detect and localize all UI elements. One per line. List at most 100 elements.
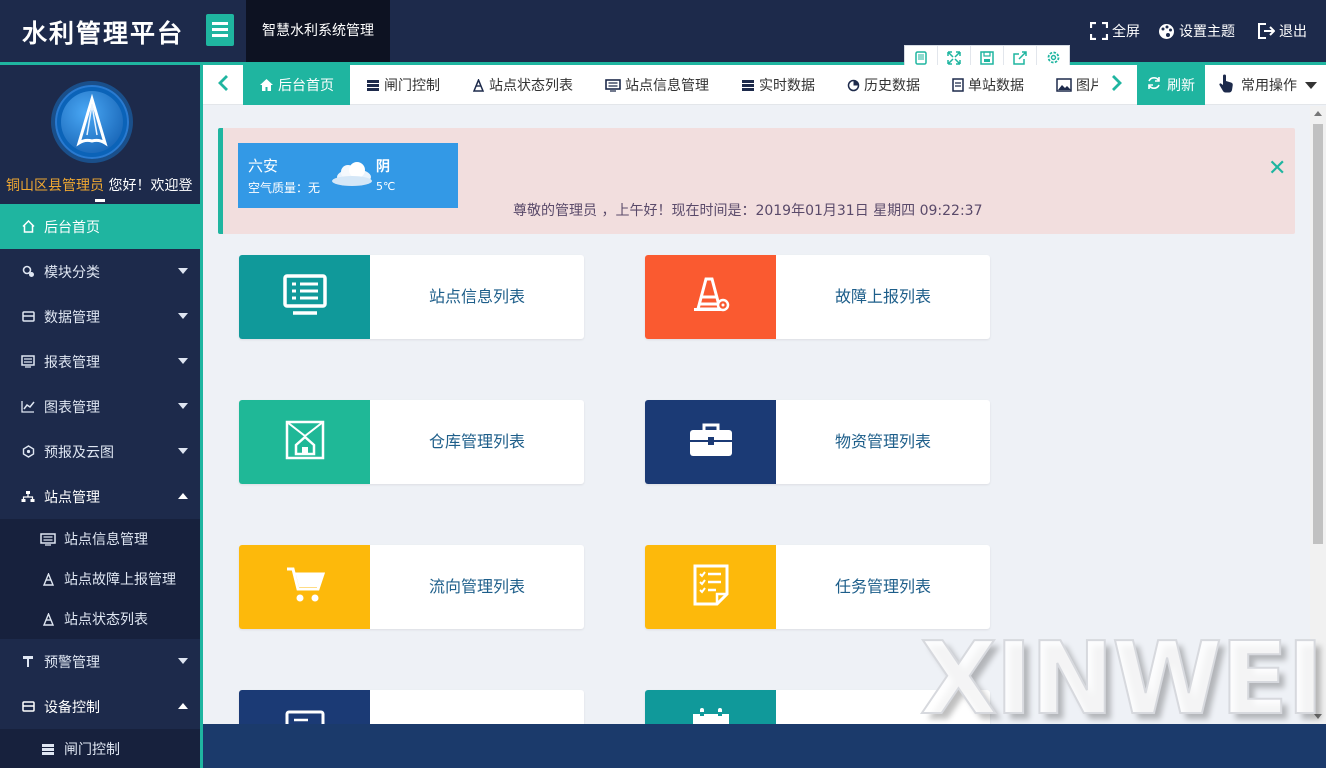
card-materials-list[interactable]: 物资管理列表 bbox=[645, 400, 990, 484]
monitor-icon bbox=[40, 531, 56, 547]
sidebar-item-label: 模块分类 bbox=[44, 264, 100, 281]
sidebar-item-modules[interactable]: 模块分类 bbox=[0, 249, 200, 294]
app-logo-title: 水利管理平台 bbox=[22, 19, 185, 48]
tab-list: 后台首页 闸门控制 站点状态列表 站点信息管理 实时数据 历史数据 单站数据 图… bbox=[243, 65, 1098, 105]
cone-icon bbox=[40, 571, 56, 587]
server-icon bbox=[366, 79, 380, 92]
logo-icon bbox=[76, 93, 108, 147]
sites-submenu: 站点信息管理 站点故障上报管理 站点状态列表 bbox=[0, 519, 200, 639]
card-fault-report-list[interactable]: 故障上报列表 bbox=[645, 255, 990, 339]
sidebar-item-label: 站点管理 bbox=[44, 489, 100, 506]
tab-single-station[interactable]: 单站数据 bbox=[936, 65, 1040, 105]
device-icon bbox=[20, 699, 36, 715]
monitor-icon bbox=[605, 78, 621, 92]
tab-gate-control[interactable]: 闸门控制 bbox=[350, 65, 456, 105]
sidebar-item-alarms[interactable]: 预警管理 bbox=[0, 639, 200, 684]
common-ops-label: 常用操作 bbox=[1241, 78, 1297, 94]
content-scrollbar[interactable] bbox=[1310, 106, 1326, 724]
common-operations-dropdown[interactable]: 常用操作 bbox=[1205, 65, 1326, 105]
chevron-down-icon bbox=[178, 403, 188, 409]
tab-site-status[interactable]: 站点状态列表 bbox=[456, 65, 589, 105]
sidebar-item-reports[interactable]: 报表管理 bbox=[0, 339, 200, 384]
toolbox-icon bbox=[689, 422, 733, 462]
sitemap-icon bbox=[20, 489, 36, 505]
server-icon bbox=[741, 79, 755, 92]
sidebar-subitem-site-status[interactable]: 站点状态列表 bbox=[0, 599, 200, 639]
sidebar-subitem-gate-control[interactable]: 闸门控制 bbox=[0, 729, 200, 768]
air-quality: 空气质量：无 bbox=[248, 181, 321, 195]
system-tab[interactable]: 智慧水利系统管理 bbox=[246, 0, 390, 62]
sidebar-item-home[interactable]: 后台首页 bbox=[0, 204, 200, 249]
card-icon-block bbox=[239, 255, 370, 339]
home-icon bbox=[20, 219, 36, 235]
logout-icon bbox=[1257, 22, 1275, 40]
avatar[interactable] bbox=[51, 81, 133, 163]
card-flow-list[interactable]: 流向管理列表 bbox=[239, 545, 584, 629]
sidebar-item-label: 设备控制 bbox=[44, 699, 100, 716]
sidebar-subitem-label: 站点信息管理 bbox=[64, 532, 148, 548]
sidebar-subitem-label: 站点故障上报管理 bbox=[64, 572, 176, 588]
logout-button[interactable]: 退出 bbox=[1257, 21, 1307, 41]
cart-icon bbox=[285, 566, 325, 608]
cone-gear-icon bbox=[691, 277, 731, 317]
tab-scroll-right-button[interactable] bbox=[1097, 65, 1137, 105]
tab-label: 实时数据 bbox=[759, 78, 815, 94]
tab-label: 单站数据 bbox=[968, 78, 1024, 94]
tab-label: 站点信息管理 bbox=[625, 78, 709, 94]
card-site-info-list[interactable]: 站点信息列表 bbox=[239, 255, 584, 339]
document-icon bbox=[952, 78, 964, 92]
sidebar-item-label: 数据管理 bbox=[44, 309, 100, 326]
report-icon bbox=[20, 354, 36, 370]
tab-label: 后台首页 bbox=[278, 78, 334, 94]
card-icon-block bbox=[239, 545, 370, 629]
tab-label: 历史数据 bbox=[864, 78, 920, 94]
sidebar-item-devices[interactable]: 设备控制 bbox=[0, 684, 200, 729]
chevron-down-icon bbox=[178, 448, 188, 454]
task-list-icon bbox=[693, 564, 729, 610]
cloudy-icon bbox=[330, 159, 374, 193]
cone-icon bbox=[472, 78, 485, 92]
scroll-up-arrow-icon[interactable] bbox=[1314, 111, 1322, 116]
sidebar-subitem-label: 闸门控制 bbox=[64, 742, 120, 758]
theme-button[interactable]: 设置主题 bbox=[1158, 21, 1235, 41]
fullscreen-icon bbox=[1090, 22, 1108, 40]
sidebar-item-forecast[interactable]: 预报及云图 bbox=[0, 429, 200, 474]
card-label bbox=[370, 690, 584, 724]
card-bottom-left[interactable] bbox=[239, 690, 584, 724]
sidebar-item-charts[interactable]: 图表管理 bbox=[0, 384, 200, 429]
sidebar-subitem-site-fault[interactable]: 站点故障上报管理 bbox=[0, 559, 200, 599]
chevron-down-icon bbox=[178, 658, 188, 664]
welcome-scroll-indicator bbox=[95, 199, 105, 202]
tab-realtime-data[interactable]: 实时数据 bbox=[725, 65, 831, 105]
card-bottom-right[interactable] bbox=[645, 690, 990, 724]
card-label: 流向管理列表 bbox=[428, 577, 525, 596]
chevron-up-icon bbox=[178, 493, 188, 499]
footer-bar bbox=[203, 724, 1326, 768]
card-label: 故障上报列表 bbox=[834, 287, 931, 306]
tab-site-info[interactable]: 站点信息管理 bbox=[589, 65, 725, 105]
theme-label: 设置主题 bbox=[1179, 24, 1235, 40]
tab-home[interactable]: 后台首页 bbox=[243, 65, 350, 105]
card-warehouse-list[interactable]: 仓库管理列表 bbox=[239, 400, 584, 484]
card-label: 站点信息列表 bbox=[428, 287, 525, 306]
sidebar-item-sites[interactable]: 站点管理 bbox=[0, 474, 200, 519]
card-icon-block bbox=[645, 400, 776, 484]
tab-image-management[interactable]: 图片管理 bbox=[1040, 65, 1098, 105]
monitor-list-icon bbox=[281, 272, 329, 322]
card-task-list[interactable]: 任务管理列表 bbox=[645, 545, 990, 629]
sidebar-toggle-button[interactable] bbox=[206, 14, 234, 46]
card-icon-block bbox=[645, 255, 776, 339]
fullscreen-button[interactable]: 全屏 bbox=[1090, 21, 1140, 41]
tab-history-data[interactable]: 历史数据 bbox=[831, 65, 936, 105]
sidebar-subitem-site-info[interactable]: 站点信息管理 bbox=[0, 519, 200, 559]
sidebar-subitem-label: 站点状态列表 bbox=[64, 612, 148, 628]
tab-scroll-left-button[interactable] bbox=[203, 65, 243, 105]
close-notice-button[interactable]: ✕ bbox=[1268, 156, 1286, 181]
sidebar-item-data[interactable]: 数据管理 bbox=[0, 294, 200, 339]
card-icon-block bbox=[645, 545, 776, 629]
scrollbar-thumb[interactable] bbox=[1313, 124, 1323, 544]
refresh-button[interactable]: 刷新 bbox=[1137, 65, 1205, 105]
line-chart-icon bbox=[20, 399, 36, 415]
chevron-down-icon bbox=[178, 313, 188, 319]
scroll-down-arrow-icon[interactable] bbox=[1314, 714, 1322, 719]
